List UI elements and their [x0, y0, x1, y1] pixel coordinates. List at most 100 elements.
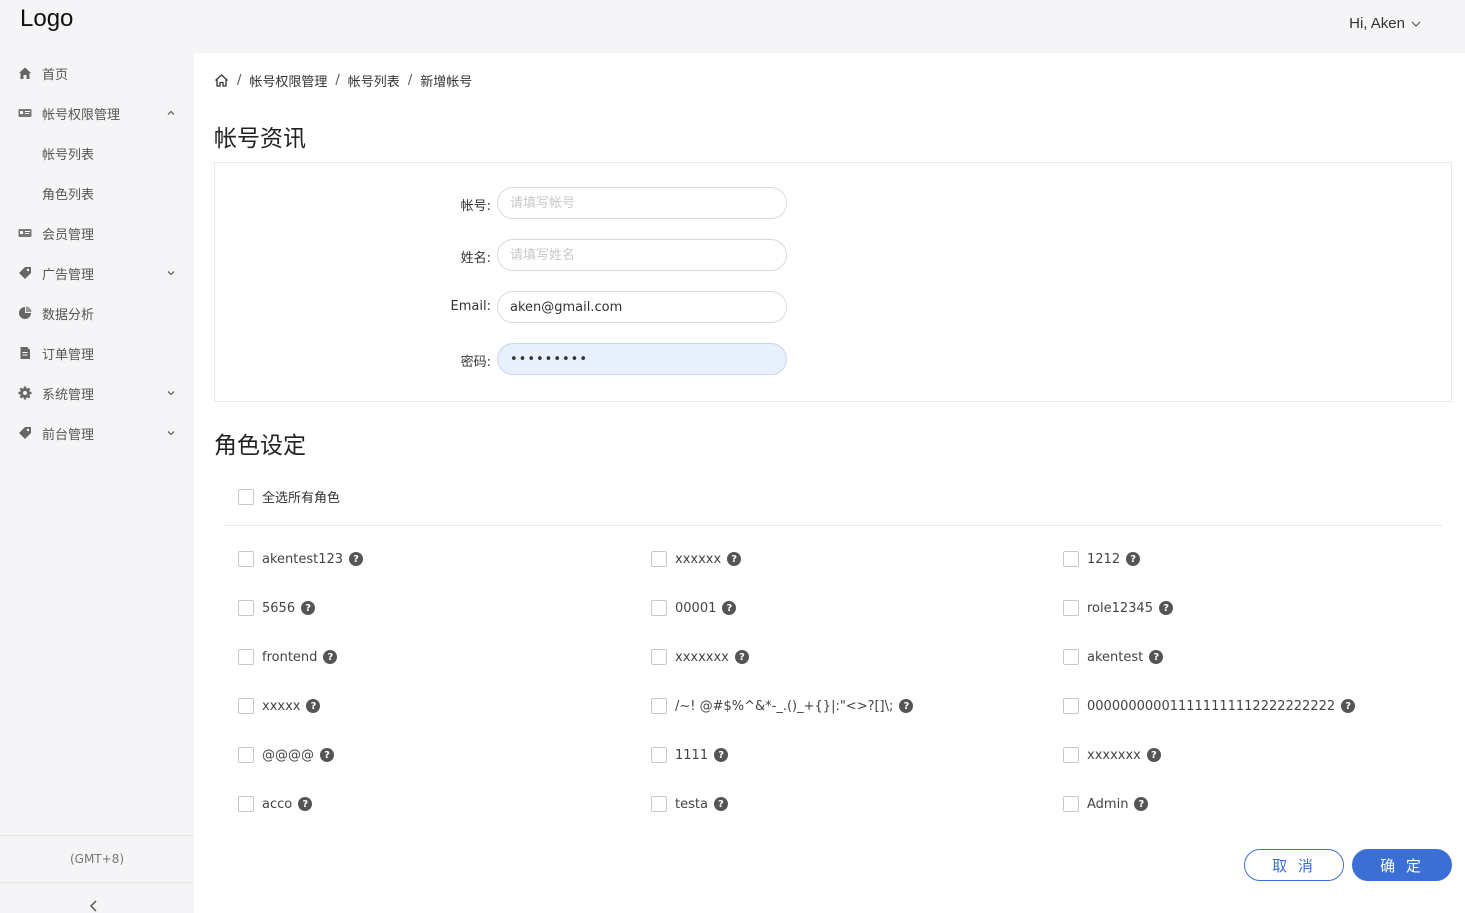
- id-card-icon: [18, 106, 32, 120]
- role-label: role12345: [1087, 600, 1153, 616]
- help-icon[interactable]: ?: [899, 699, 914, 713]
- breadcrumb-account-permissions[interactable]: 帐号权限管理: [249, 71, 327, 90]
- top-bar: Logo Hi, Aken: [0, 0, 1465, 53]
- role-option[interactable]: /~! @#$%^&*-_.()_+{}|:"<>?[]\;?: [651, 698, 914, 714]
- role-checkbox[interactable]: [238, 698, 254, 714]
- sidebar-item-frontend[interactable]: 前台管理: [0, 413, 194, 453]
- form-row-account: 帐号:: [215, 187, 1451, 219]
- confirm-button[interactable]: 确 定: [1352, 849, 1452, 881]
- role-checkbox[interactable]: [651, 796, 667, 812]
- role-label: /~! @#$%^&*-_.()_+{}|:"<>?[]\;: [675, 698, 894, 714]
- sidebar-item-account-list[interactable]: 帐号列表: [0, 133, 194, 173]
- role-checkbox[interactable]: [238, 796, 254, 812]
- email-input[interactable]: [497, 291, 787, 323]
- role-option[interactable]: 5656?: [238, 600, 316, 616]
- role-checkbox[interactable]: [1063, 551, 1079, 567]
- sidebar-item-account-permissions[interactable]: 帐号权限管理: [0, 93, 194, 133]
- sidebar-item-label: 订单管理: [42, 347, 95, 363]
- tag-icon: [18, 426, 32, 440]
- cancel-button[interactable]: 取 消: [1244, 849, 1344, 881]
- role-option[interactable]: akentest123?: [238, 551, 364, 567]
- breadcrumb-separator: /: [335, 72, 340, 88]
- sidebar-item-label: 广告管理: [42, 267, 95, 283]
- chevron-up-icon: [167, 110, 175, 115]
- form-row-password: 密码:: [215, 343, 1451, 375]
- help-icon[interactable]: ?: [1134, 797, 1149, 811]
- role-option[interactable]: xxxxxx?: [651, 551, 742, 567]
- help-icon[interactable]: ?: [1158, 601, 1173, 615]
- role-checkbox[interactable]: [238, 600, 254, 616]
- role-checkbox[interactable]: [1063, 796, 1079, 812]
- collapse-sidebar-icon[interactable]: [87, 899, 101, 913]
- help-icon[interactable]: ?: [714, 748, 729, 762]
- help-icon[interactable]: ?: [301, 601, 316, 615]
- role-checkbox[interactable]: [651, 600, 667, 616]
- help-icon[interactable]: ?: [1341, 699, 1356, 713]
- role-option[interactable]: xxxxxxx?: [1063, 747, 1161, 763]
- logo: Logo: [20, 5, 74, 32]
- role-checkbox[interactable]: [651, 551, 667, 567]
- role-option[interactable]: 000000000011111111112222222222?: [1063, 698, 1356, 714]
- role-checkbox[interactable]: [651, 649, 667, 665]
- sidebar-item-role-list[interactable]: 角色列表: [0, 173, 194, 213]
- sidebar-item-ads[interactable]: 广告管理: [0, 253, 194, 293]
- role-label: 5656: [262, 600, 296, 616]
- pie-chart-icon: [18, 306, 32, 320]
- password-label: 密码:: [460, 355, 491, 370]
- help-icon[interactable]: ?: [349, 552, 364, 566]
- role-option[interactable]: akentest?: [1063, 649, 1164, 665]
- help-icon[interactable]: ?: [1146, 748, 1161, 762]
- help-icon[interactable]: ?: [306, 699, 321, 713]
- select-all-checkbox[interactable]: [238, 488, 254, 505]
- role-checkbox[interactable]: [651, 747, 667, 763]
- role-option[interactable]: Admin?: [1063, 796, 1149, 812]
- breadcrumb-separator: /: [407, 72, 413, 88]
- role-option[interactable]: @@@@?: [238, 747, 334, 763]
- home-icon[interactable]: [214, 73, 229, 88]
- help-icon[interactable]: ?: [727, 552, 742, 566]
- sidebar-item-label: 帐号列表: [42, 147, 95, 163]
- sidebar-item-label: 系统管理: [42, 387, 95, 403]
- role-option[interactable]: testa?: [651, 796, 728, 812]
- breadcrumb-account-list[interactable]: 帐号列表: [348, 71, 400, 90]
- help-icon[interactable]: ?: [320, 748, 334, 762]
- role-checkbox[interactable]: [651, 698, 667, 714]
- sidebar-item-analytics[interactable]: 数据分析: [0, 293, 194, 333]
- role-checkbox[interactable]: [238, 649, 254, 665]
- help-icon[interactable]: ?: [722, 601, 737, 615]
- divider: [224, 525, 1442, 526]
- role-option[interactable]: 1111?: [651, 747, 729, 763]
- role-checkbox[interactable]: [1063, 747, 1079, 763]
- account-info-title: 帐号资讯: [214, 126, 306, 152]
- role-option[interactable]: frontend?: [238, 649, 338, 665]
- sidebar-item-home[interactable]: 首页: [0, 53, 194, 93]
- name-input[interactable]: [497, 239, 787, 271]
- breadcrumb-current: 新增帐号: [420, 74, 473, 90]
- help-icon[interactable]: ?: [713, 797, 728, 811]
- role-checkbox[interactable]: [1063, 649, 1079, 665]
- timezone-label: (GMT+8): [0, 835, 194, 883]
- help-icon[interactable]: ?: [1149, 650, 1164, 664]
- role-checkbox[interactable]: [1063, 698, 1079, 714]
- help-icon[interactable]: ?: [298, 797, 313, 811]
- role-checkbox[interactable]: [1063, 600, 1079, 616]
- sidebar-item-members[interactable]: 会员管理: [0, 213, 194, 253]
- role-option[interactable]: acco?: [238, 796, 313, 812]
- help-icon[interactable]: ?: [1126, 552, 1141, 566]
- user-menu[interactable]: Hi, Aken: [1349, 15, 1421, 32]
- password-input[interactable]: [497, 343, 787, 375]
- role-option[interactable]: 1212?: [1063, 551, 1141, 567]
- sidebar-item-orders[interactable]: 订单管理: [0, 333, 194, 373]
- help-icon[interactable]: ?: [323, 650, 338, 664]
- role-checkbox[interactable]: [238, 551, 254, 567]
- help-icon[interactable]: ?: [734, 650, 749, 664]
- role-option[interactable]: role12345?: [1063, 600, 1173, 616]
- account-input[interactable]: [497, 187, 787, 219]
- role-checkbox[interactable]: [238, 747, 254, 763]
- role-option[interactable]: xxxxxxx?: [651, 649, 749, 665]
- sidebar-item-system[interactable]: 系统管理: [0, 373, 194, 413]
- select-all-roles[interactable]: 全选所有角色: [238, 487, 340, 506]
- role-option[interactable]: 00001?: [651, 600, 737, 616]
- sidebar-item-label: 前台管理: [42, 427, 95, 443]
- role-option[interactable]: xxxxx?: [238, 698, 321, 714]
